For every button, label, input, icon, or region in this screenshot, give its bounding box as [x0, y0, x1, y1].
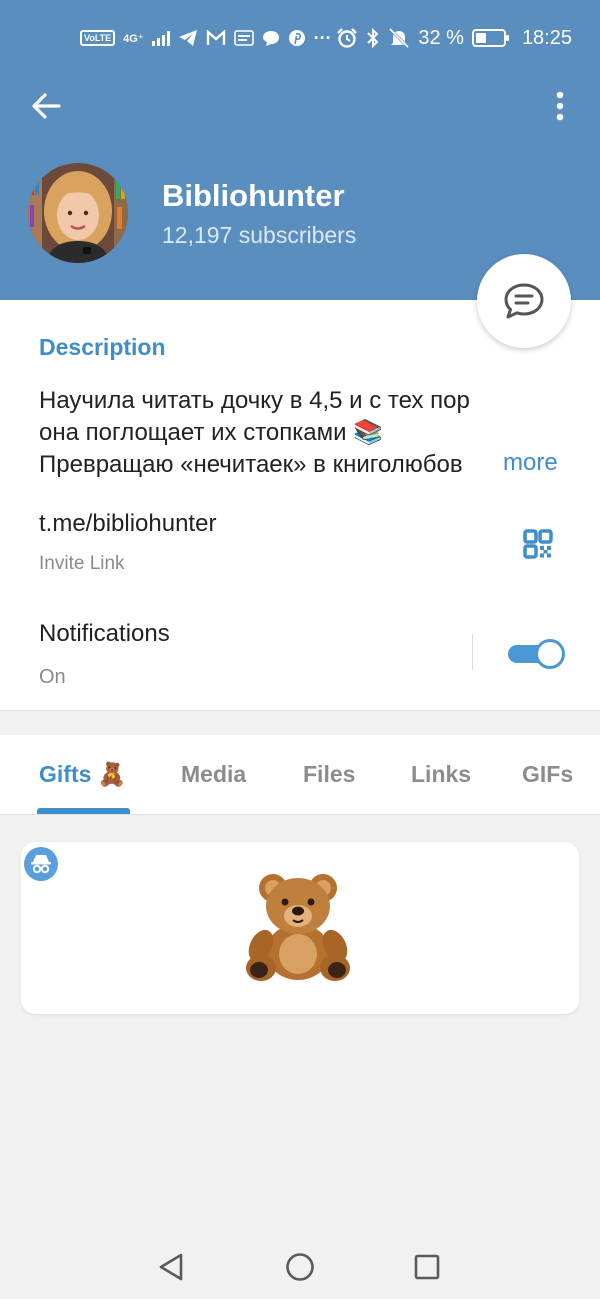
media-tabs: Gifts 🧸 Media Files Links GIFs — [0, 735, 600, 815]
nav-home-button[interactable] — [282, 1249, 318, 1285]
pinterest-icon — [288, 30, 305, 46]
discussion-button[interactable] — [477, 254, 571, 348]
status-bar-right: 32 % 18:25 — [336, 24, 572, 52]
network-type: 4G⁺ — [123, 32, 144, 45]
app-notification-icon — [233, 30, 254, 46]
invite-link-label: Invite Link — [39, 553, 125, 574]
avatar-image — [28, 163, 128, 263]
nav-recents-button[interactable] — [409, 1249, 445, 1285]
more-options-button[interactable] — [540, 86, 580, 126]
divider — [472, 634, 473, 670]
notifications-title[interactable]: Notifications — [39, 620, 170, 648]
tab-gifs[interactable]: GIFs — [522, 761, 573, 788]
more-vertical-icon — [556, 91, 564, 121]
description-more-link[interactable]: more — [499, 449, 558, 477]
mute-icon — [389, 27, 410, 49]
teddy-bear-icon — [246, 874, 350, 981]
description-title: Description — [39, 334, 166, 360]
chat-bubble-icon — [504, 283, 544, 319]
toggle-knob — [535, 639, 565, 669]
qr-code-button[interactable] — [518, 524, 558, 564]
tab-media[interactable]: Media — [181, 761, 246, 788]
anonymous-icon — [24, 847, 58, 881]
gift-card[interactable] — [21, 842, 579, 1014]
notifications-toggle[interactable] — [508, 639, 565, 669]
qr-code-icon — [523, 529, 553, 559]
square-recents-icon — [414, 1254, 440, 1280]
notifications-status: On — [39, 666, 66, 688]
chat-notification-icon — [262, 31, 279, 46]
battery-icon — [471, 29, 509, 47]
status-bar: VoLTE 4G⁺ ··· 32 % 18:25 — [0, 0, 600, 76]
arrow-left-icon — [32, 93, 61, 119]
status-bar-left: VoLTE 4G⁺ ··· — [80, 24, 332, 52]
channel-info-section: Description Научила читать дочку в 4,5 и… — [0, 300, 600, 711]
circle-home-icon — [286, 1253, 314, 1281]
subscriber-count: 12,197 subscribers — [162, 222, 357, 248]
bluetooth-icon — [367, 27, 379, 49]
nav-back-button[interactable] — [153, 1249, 189, 1285]
avatar[interactable] — [28, 163, 128, 263]
system-navigation-bar — [0, 1232, 600, 1299]
alarm-icon — [337, 28, 358, 48]
invite-link[interactable]: t.me/bibliohunter — [39, 510, 216, 538]
description-line: Научила читать дочку в 4,5 и с тех пор — [39, 387, 470, 414]
description-line: Превращаю «нечитаек» в книголюбов — [39, 451, 463, 478]
channel-name: Bibliohunter — [162, 178, 345, 213]
triangle-back-icon — [159, 1253, 183, 1281]
telegram-icon — [178, 30, 197, 46]
tab-files[interactable]: Files — [303, 761, 355, 788]
battery-percent: 32 % — [418, 26, 464, 49]
gmail-icon — [206, 30, 225, 45]
volte-badge: VoLTE — [80, 30, 116, 46]
description-text[interactable]: Научила читать дочку в 4,5 и с тех пор о… — [39, 385, 564, 481]
tab-gifts[interactable]: Gifts 🧸 — [39, 761, 126, 788]
tab-links[interactable]: Links — [411, 761, 471, 788]
description-line: она поглощает их стопками 📚 — [39, 419, 384, 446]
clock: 18:25 — [521, 26, 572, 49]
signal-icon — [151, 30, 170, 46]
more-notifications: ··· — [313, 27, 332, 48]
active-tab-indicator — [37, 808, 130, 814]
back-button[interactable] — [26, 86, 66, 126]
